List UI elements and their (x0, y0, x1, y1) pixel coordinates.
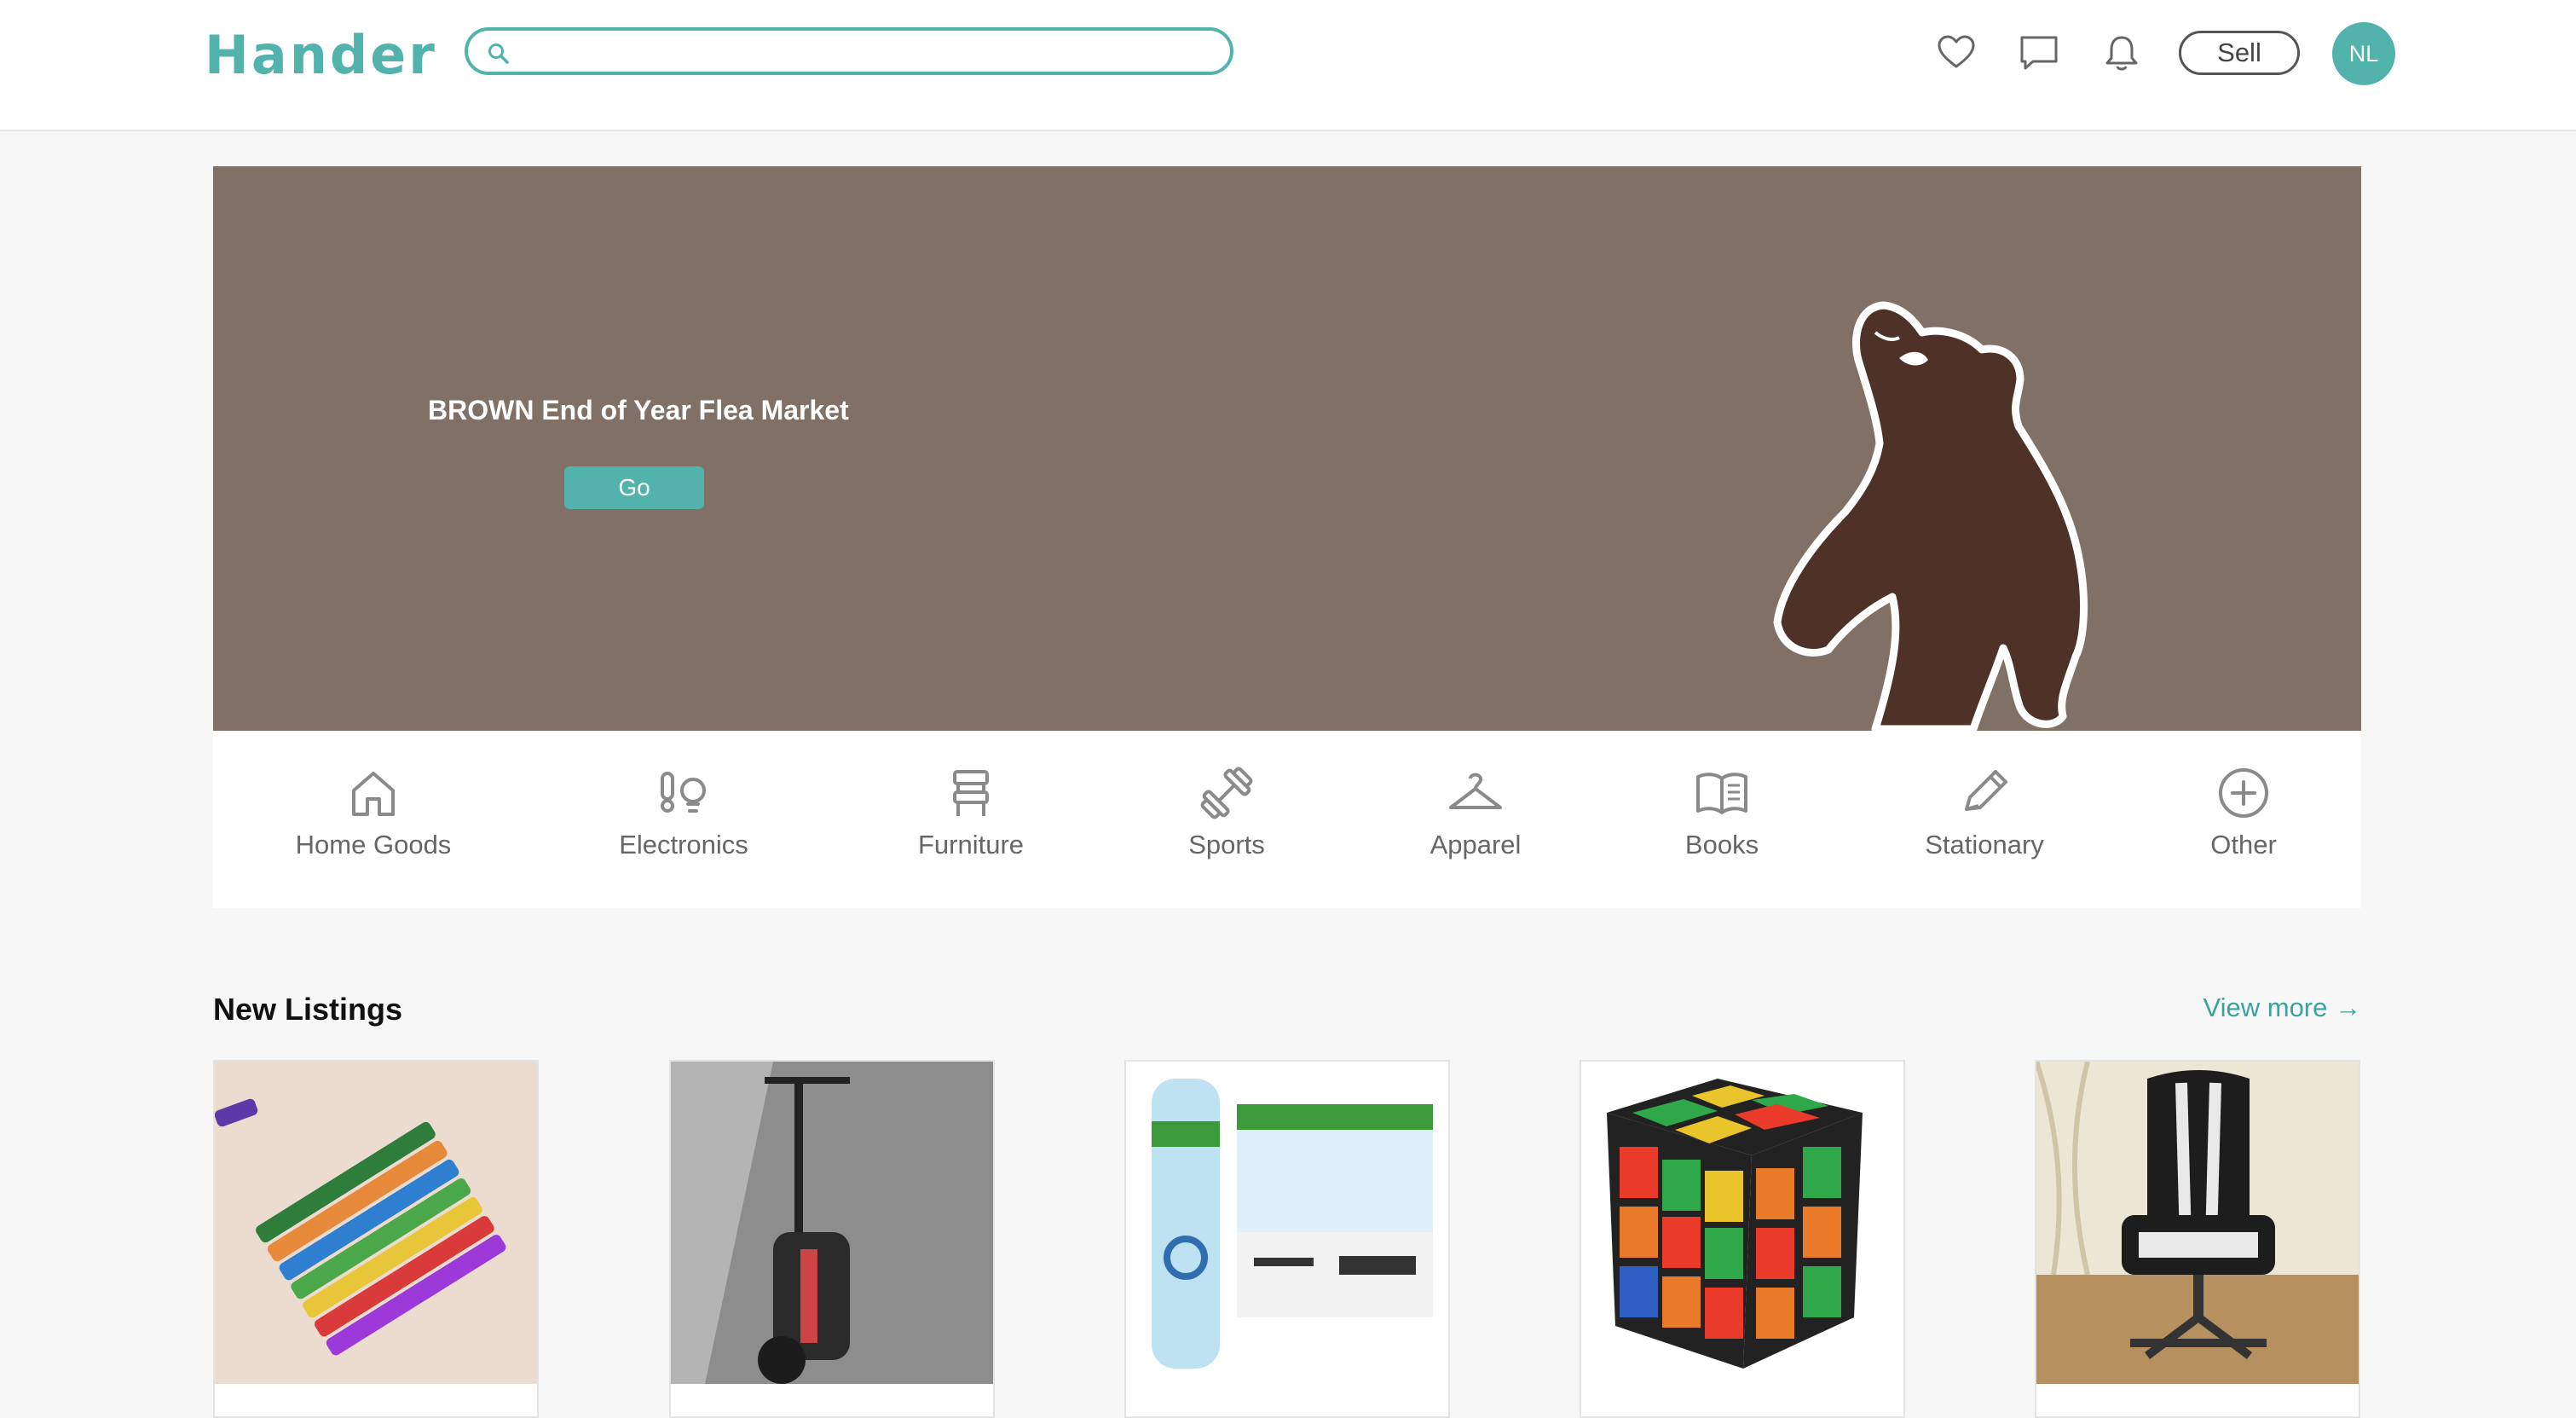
listing-card[interactable] (669, 1060, 995, 1418)
category-other[interactable]: Other (2141, 765, 2346, 876)
category-label: Home Goods (295, 830, 452, 859)
category-apparel[interactable]: Apparel (1373, 765, 1578, 876)
category-label: Electronics (619, 830, 748, 859)
heart-icon[interactable] (1935, 32, 1978, 74)
promo-banner: BROWN End of Year Flea Market Go (213, 166, 2361, 731)
listing-image-crayons (215, 1062, 537, 1384)
category-label: Sports (1188, 830, 1265, 859)
listing-card[interactable] (2035, 1060, 2360, 1418)
sell-button[interactable]: Sell (2179, 31, 2300, 75)
search-icon (488, 43, 509, 64)
banner-title: BROWN End of Year Flea Market (428, 395, 849, 425)
category-furniture[interactable]: Furniture (869, 765, 1073, 876)
hanger-icon (1449, 773, 1502, 809)
user-avatar[interactable]: NL (2332, 22, 2395, 85)
bell-icon[interactable] (2100, 32, 2143, 74)
banner-go-button[interactable]: Go (564, 466, 704, 509)
category-label: Furniture (917, 830, 1025, 859)
brand-logo[interactable]: Hander (205, 24, 437, 86)
category-label: Stationary (1925, 830, 2044, 859)
chat-icon[interactable] (2018, 32, 2060, 74)
plus-circle-icon (2219, 768, 2268, 818)
pencil-icon (1965, 770, 2007, 811)
category-label: Books (1684, 830, 1759, 859)
listing-card[interactable] (1124, 1060, 1450, 1418)
listing-card[interactable] (213, 1060, 539, 1418)
house-icon (352, 772, 395, 816)
electronics-icon (661, 772, 706, 813)
book-icon (1696, 773, 1747, 814)
listing-image-water (1126, 1062, 1448, 1384)
new-listings-heading: New Listings (213, 992, 403, 1027)
category-home-goods[interactable]: Home Goods (271, 765, 476, 876)
view-more-link[interactable]: View more → (2182, 993, 2362, 1023)
category-sports[interactable]: Sports (1124, 765, 1329, 876)
category-label: Other (2210, 830, 2277, 859)
bear-mascot-image (1773, 301, 2088, 731)
category-label: Apparel (1430, 830, 1522, 859)
listing-card[interactable] (1580, 1060, 1905, 1418)
category-books[interactable]: Books (1620, 765, 1824, 876)
search-bar[interactable] (465, 27, 1233, 75)
listing-image-scooter (671, 1062, 993, 1384)
category-stationary[interactable]: Stationary (1882, 765, 2087, 876)
chair-icon (953, 770, 989, 816)
category-bar: Home Goods Electronics Furniture Sports … (213, 731, 2361, 908)
listing-image-cube (1581, 1062, 1903, 1384)
top-navigation-bar: Hander Sell NL (0, 0, 2576, 131)
category-electronics[interactable]: Electronics (581, 765, 786, 876)
dumbbell-icon (1200, 767, 1253, 819)
search-input[interactable] (528, 36, 1213, 70)
listing-image-chair (2036, 1062, 2359, 1384)
